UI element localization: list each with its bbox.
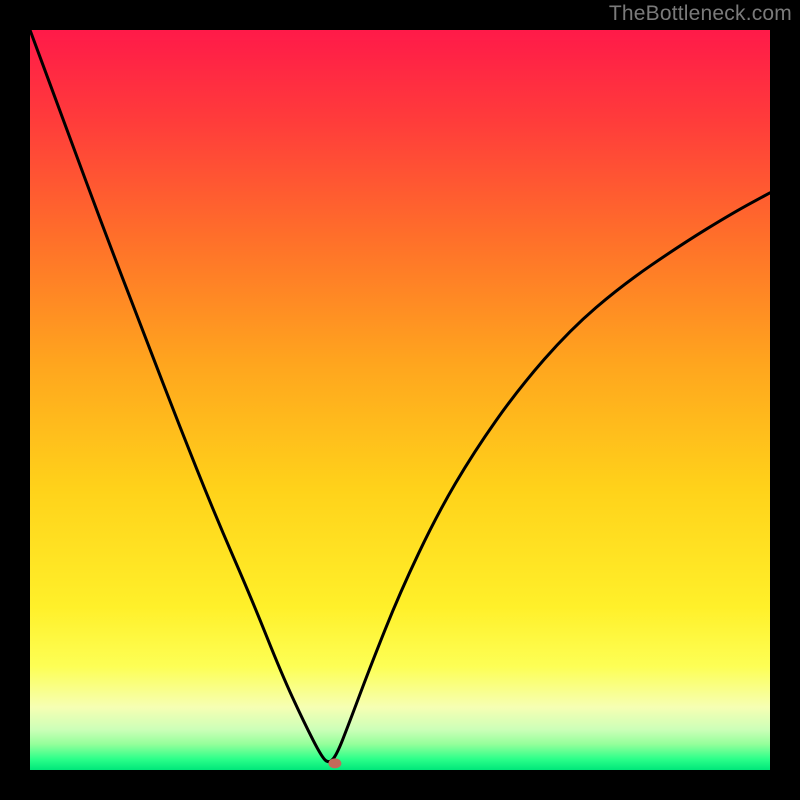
optimum-marker xyxy=(328,758,341,768)
chart-frame: TheBottleneck.com xyxy=(0,0,800,800)
bottleneck-chart xyxy=(0,0,800,800)
plot-background xyxy=(30,30,770,770)
watermark-text: TheBottleneck.com xyxy=(609,2,792,26)
